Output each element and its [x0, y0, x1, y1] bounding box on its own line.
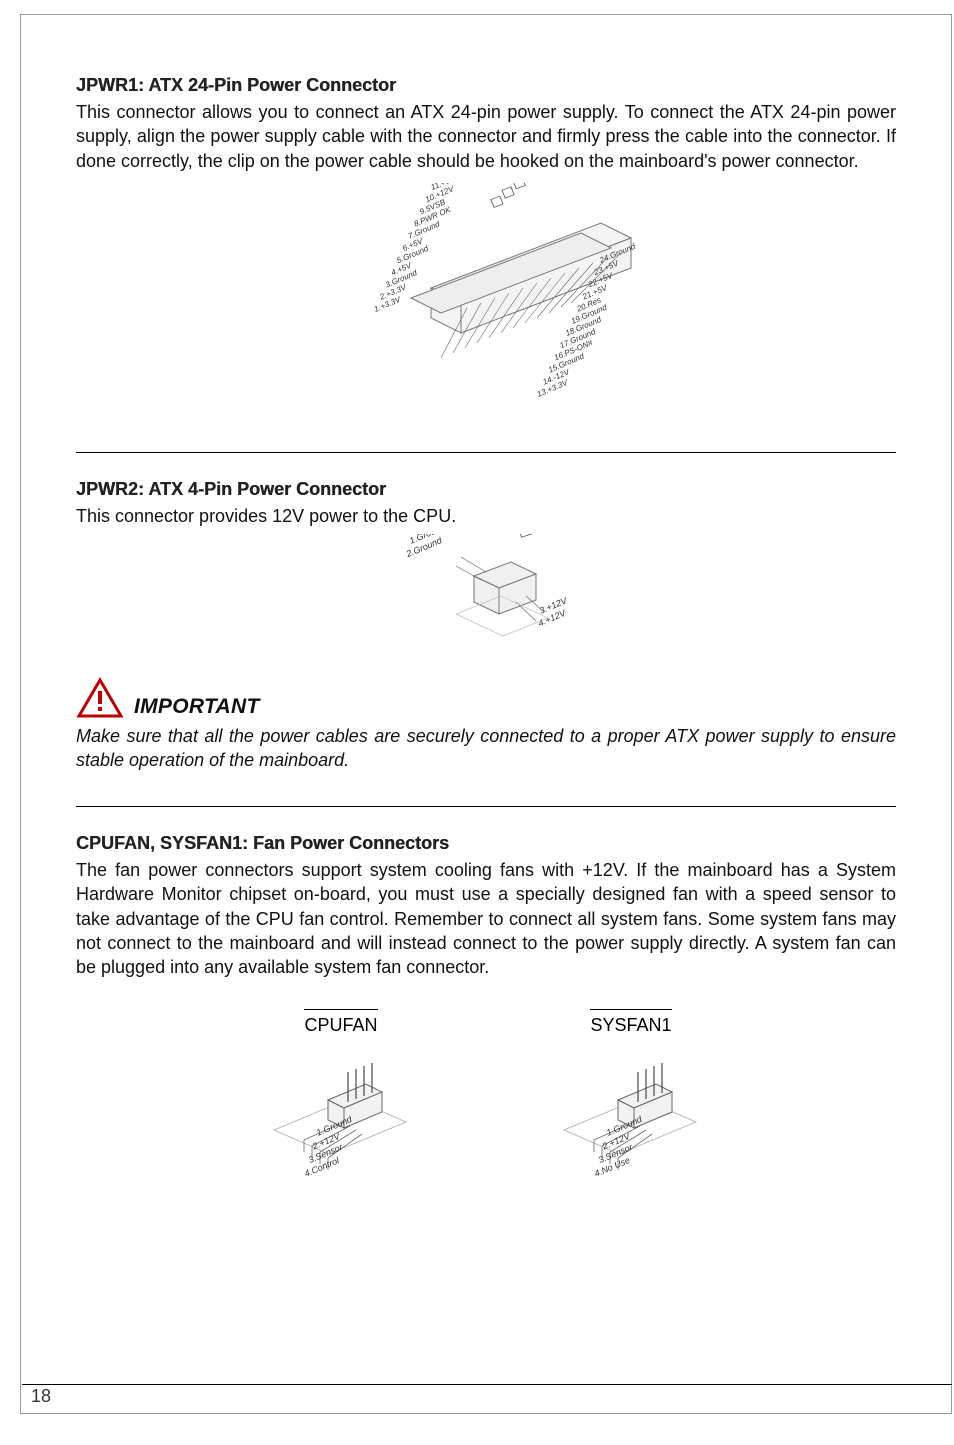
important-label: IMPORTANT [134, 695, 260, 719]
footer-rule [22, 1384, 952, 1385]
important-block: IMPORTANT [76, 677, 896, 719]
jpwr1-title: JPWR1: ATX 24-Pin Power Connector [76, 75, 896, 96]
sysfan1-label: SYSFAN1 [590, 1015, 671, 1036]
jpwr2-body: This connector provides 12V power to the… [76, 504, 896, 528]
jpwr2-pins-left: 1.Ground 2.Ground [400, 534, 452, 559]
fans-title: CPUFAN, SYSFAN1: Fan Power Connectors [76, 833, 896, 854]
jpwr1-body: This connector allows you to connect an … [76, 100, 896, 173]
fan-row: CPUFAN [76, 1015, 896, 1191]
sysfan1-figure: 1.Ground 2.+12V 3.Sensor 4.No Use [546, 1056, 716, 1186]
jpwr2-title: JPWR2: ATX 4-Pin Power Connector [76, 479, 896, 500]
page-outer: JPWR1: ATX 24-Pin Power Connector This c… [20, 14, 952, 1414]
page-number: 18 [31, 1386, 51, 1407]
important-body: Make sure that all the power cables are … [76, 725, 896, 772]
fans-body: The fan power connectors support system … [76, 858, 896, 979]
jpwr1-figure: 12.+3.3V 11.+12V 10.+12V 9.5VSB 8.PWR OK… [76, 183, 896, 418]
cpufan-figure: 1.Ground 2.+12V 3.Sensor 4.Control [256, 1056, 426, 1186]
cpufan-cell: CPUFAN [256, 1015, 426, 1191]
sysfan1-cell: SYSFAN1 [546, 1015, 716, 1191]
warning-icon [76, 677, 124, 719]
jpwr2-connector-icon [474, 562, 536, 614]
jpwr2-pins-right: 3.+12V 4.+12V [532, 595, 573, 628]
cpufan-label: CPUFAN [304, 1015, 377, 1036]
divider-2 [76, 806, 896, 807]
jpwr2-figure: 1.Ground 2.Ground 3.+12V 4.+12V [76, 534, 896, 649]
divider-1 [76, 452, 896, 453]
